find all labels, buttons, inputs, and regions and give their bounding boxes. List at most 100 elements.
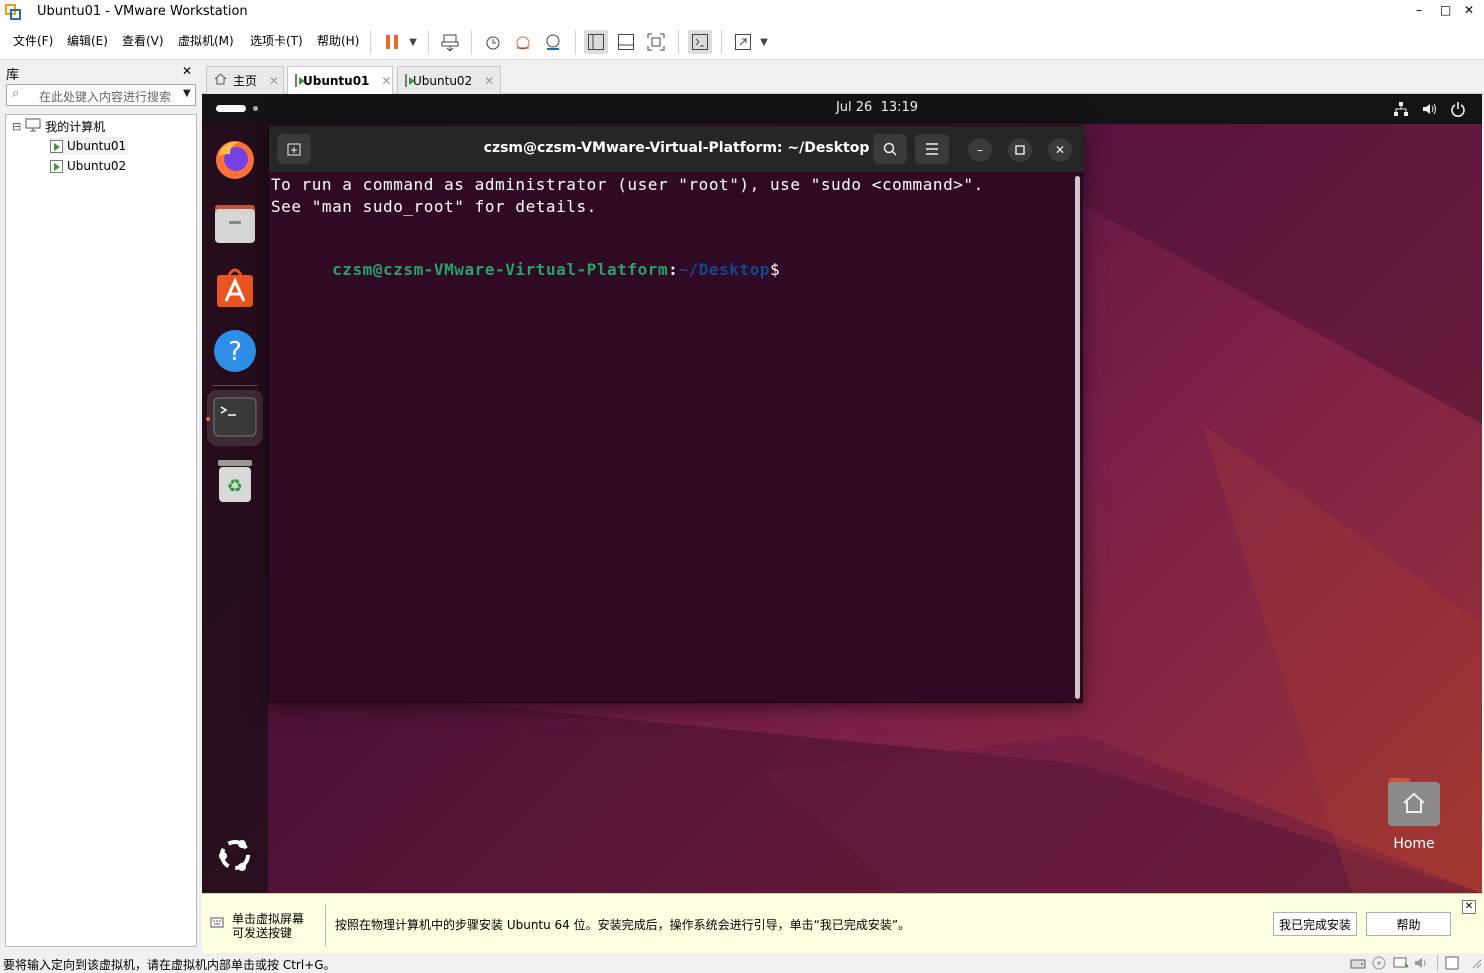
dock-show-apps[interactable] xyxy=(213,834,257,878)
tab-home[interactable]: 主页 ✕ xyxy=(206,66,284,94)
tree-item-ubuntu02[interactable]: Ubuntu02 xyxy=(50,157,126,175)
console-view-icon[interactable] xyxy=(688,30,712,54)
ubuntu-dock: ? ♻ xyxy=(202,124,268,893)
power-dropdown-icon[interactable]: ▼ xyxy=(401,30,425,54)
search-dropdown-icon[interactable]: ▼ xyxy=(183,88,191,99)
tree-item-ubuntu01[interactable]: Ubuntu01 xyxy=(50,137,129,155)
install-message: 按照在物理计算机中的步骤安装 Ubuntu 64 位。安装完成后，操作系统会进行… xyxy=(335,918,911,932)
ubuntu-logo-icon xyxy=(215,835,255,878)
menu-help[interactable]: 帮助(H) xyxy=(317,32,359,49)
prompt-symbol: $ xyxy=(770,260,781,279)
menu-vm[interactable]: 虚拟机(M) xyxy=(178,32,234,49)
power-icon[interactable] xyxy=(1450,101,1466,120)
tab-label: Ubuntu01 xyxy=(303,73,370,88)
terminal-prompt[interactable]: czsm@czsm-VMware-Virtual-Platform:~/Desk… xyxy=(271,241,780,298)
dock-terminal[interactable] xyxy=(213,396,257,440)
snapshot-manager-icon[interactable] xyxy=(541,30,565,54)
cd-icon[interactable] xyxy=(1372,956,1386,973)
folder-home-icon xyxy=(1386,776,1442,828)
terminal-title: czsm@czsm-VMware-Virtual-Platform: ~/Des… xyxy=(483,140,870,156)
library-title: 库 xyxy=(6,68,20,83)
tab-strip: 主页 ✕ Ubuntu01 ✕ Ubuntu02 ✕ xyxy=(201,60,1484,94)
dock-separator xyxy=(212,385,258,386)
clock[interactable]: Jul 26 13:19 xyxy=(802,100,952,115)
terminal-icon xyxy=(213,397,257,440)
menu-view[interactable]: 查看(V) xyxy=(122,32,164,49)
firefox-icon xyxy=(214,138,256,183)
status-bar: 要将输入定向到该虚拟机，请在虚拟机内部单击或按 Ctrl+G。 xyxy=(0,953,1484,973)
menu-edit[interactable]: 编辑(E) xyxy=(67,32,108,49)
terminal-maximize-button[interactable] xyxy=(1008,138,1032,162)
tab-close-icon[interactable]: ✕ xyxy=(269,74,279,88)
tree-root-my-computer[interactable]: ⊟ 我的计算机 xyxy=(12,117,105,135)
vm-icon xyxy=(295,74,305,87)
terminal-output-line: To run a command as administrator (user … xyxy=(271,175,984,194)
library-search-box[interactable]: ⌕ 在此处键入内容进行搜索 ▼ xyxy=(6,84,196,106)
dock-files[interactable] xyxy=(213,202,257,246)
revert-snapshot-icon[interactable] xyxy=(511,30,535,54)
dock-firefox[interactable] xyxy=(213,138,257,182)
volume-icon[interactable] xyxy=(1421,101,1437,120)
library-close-icon[interactable]: ✕ xyxy=(182,64,192,78)
minimize-button[interactable]: – xyxy=(1416,3,1422,17)
new-tab-button[interactable] xyxy=(277,134,311,164)
tree-root-label: 我的计算机 xyxy=(45,119,106,134)
collapse-icon[interactable]: ⊟ xyxy=(12,120,21,133)
show-library-icon[interactable] xyxy=(584,30,608,54)
terminal-menu-button[interactable] xyxy=(915,134,949,164)
terminal-window[interactable]: czsm@czsm-VMware-Virtual-Platform: ~/Des… xyxy=(268,125,1084,703)
tab-label: Ubuntu02 xyxy=(413,73,473,88)
dock-help[interactable]: ? xyxy=(213,329,257,376)
display-icon[interactable] xyxy=(1445,956,1459,973)
tree-item-label: Ubuntu01 xyxy=(67,139,127,153)
maximize-button[interactable]: □ xyxy=(1440,3,1451,17)
computer-icon xyxy=(25,118,41,135)
notification-close-icon[interactable]: ✕ xyxy=(1462,900,1476,914)
installation-done-button[interactable]: 我已完成安装 xyxy=(1273,912,1357,936)
library-search-input[interactable]: 在此处键入内容进行搜索 xyxy=(39,88,171,105)
tab-close-icon[interactable]: ✕ xyxy=(484,74,494,88)
prompt-user-host: czsm@czsm-VMware-Virtual-Platform xyxy=(332,260,669,279)
home-folder[interactable]: Home xyxy=(1382,776,1446,852)
sound-card-icon[interactable] xyxy=(1414,956,1428,973)
tree-item-label: Ubuntu02 xyxy=(67,159,127,173)
terminal-output-line: See "man sudo_root" for details. xyxy=(271,197,597,216)
resize-grip-icon[interactable] xyxy=(1470,957,1482,972)
stretch-dropdown-icon[interactable]: ▼ xyxy=(752,30,776,54)
keyboard-icon xyxy=(210,916,224,933)
snapshot-icon[interactable] xyxy=(481,30,505,54)
terminal-scrollbar[interactable] xyxy=(1075,176,1080,699)
workspace-indicator[interactable] xyxy=(216,105,246,112)
send-ctrl-alt-del-icon[interactable] xyxy=(438,30,462,54)
terminal-headerbar[interactable]: czsm@czsm-VMware-Virtual-Platform: ~/Des… xyxy=(269,126,1084,172)
help-button[interactable]: 帮助 xyxy=(1366,912,1451,936)
network-adapter-icon[interactable] xyxy=(1393,956,1409,973)
svg-text:♻: ♻ xyxy=(227,476,243,497)
help-icon: ? xyxy=(213,329,257,376)
statusbar-separator xyxy=(1437,955,1438,970)
menu-tabs[interactable]: 选项卡(T) xyxy=(250,32,303,49)
click-hint-line2: 可发送按键 xyxy=(232,926,293,940)
menu-file[interactable]: 文件(F) xyxy=(13,32,53,49)
dock-app-center[interactable] xyxy=(213,266,257,310)
terminal-search-button[interactable] xyxy=(873,134,907,164)
dock-trash[interactable]: ♻ xyxy=(213,459,257,504)
hdd-icon[interactable] xyxy=(1350,956,1366,973)
full-screen-icon[interactable] xyxy=(644,30,668,54)
search-icon: ⌕ xyxy=(12,86,20,101)
close-button[interactable]: ✕ xyxy=(1464,3,1474,17)
tab-ubuntu01[interactable]: Ubuntu01 ✕ xyxy=(287,66,393,94)
workspace-dot xyxy=(253,106,258,111)
thumbnail-bar-icon[interactable] xyxy=(614,30,638,54)
vm-icon xyxy=(50,159,63,173)
files-icon xyxy=(213,203,257,246)
tab-ubuntu02[interactable]: Ubuntu02 ✕ xyxy=(397,66,501,94)
terminal-minimize-button[interactable]: – xyxy=(968,138,992,162)
tab-close-icon[interactable]: ✕ xyxy=(381,74,391,88)
vm-screen[interactable]: Jul 26 13:19 Home ? ♻ czsm@czsm-VMware-V… xyxy=(202,94,1482,893)
notification-divider xyxy=(325,904,326,946)
terminal-close-button[interactable]: ✕ xyxy=(1048,138,1072,162)
menu-toolbar: 文件(F) 编辑(E) 查看(V) 虚拟机(M) 选项卡(T) 帮助(H) ▼ … xyxy=(0,24,1484,60)
network-icon[interactable] xyxy=(1393,101,1409,120)
install-notification-bar: 单击虚拟屏幕 可发送按键 按照在物理计算机中的步骤安装 Ubuntu 64 位。… xyxy=(202,893,1484,953)
